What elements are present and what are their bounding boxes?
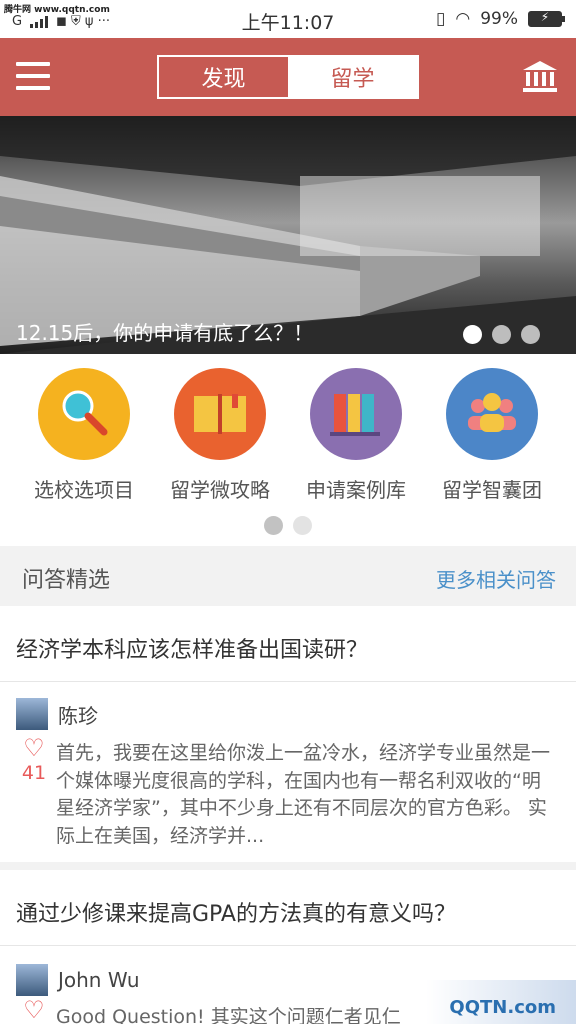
quick-link-cases[interactable]: 申请案例库	[288, 368, 424, 503]
quick-link-label: 选校选项目	[34, 478, 134, 502]
heart-icon: ♡	[23, 996, 45, 1024]
more-questions-link[interactable]: 更多相关问答	[436, 564, 556, 593]
banner-caption: 12.15后，你的申请有底了么？！	[16, 321, 314, 345]
quick-link-school-search[interactable]: 选校选项目	[16, 368, 152, 503]
quick-link-label: 留学微攻略	[170, 478, 270, 502]
question-card[interactable]: 经济学本科应该怎样准备出国读研？ 陈珍 ♡ 41 首先，我要在这里给你泼上一盆冷…	[0, 606, 576, 862]
banner-carousel[interactable]: 12.15后，你的申请有底了么？！	[0, 116, 576, 354]
battery-percent: 99%	[480, 9, 518, 29]
pager-dot[interactable]	[492, 325, 511, 344]
pager-dot[interactable]	[463, 325, 482, 344]
tab-discover[interactable]: 发现	[159, 57, 288, 97]
section-title: 问答精选	[22, 568, 111, 593]
question-title[interactable]: 经济学本科应该怎样准备出国读研？	[0, 606, 576, 682]
heart-icon: ♡	[23, 734, 45, 762]
tab-study-abroad[interactable]: 留学	[288, 57, 417, 97]
quick-link-guides[interactable]: 留学微攻略	[152, 368, 288, 503]
pager-dot[interactable]	[293, 516, 312, 535]
search-icon	[38, 368, 130, 460]
answer-author[interactable]: John Wu	[16, 964, 140, 996]
group-icon	[446, 368, 538, 460]
status-right: ▯ ◠ 99% ⚡	[436, 9, 565, 29]
wifi-icon: ◠	[455, 9, 471, 29]
avatar[interactable]	[16, 964, 48, 996]
banner-pager	[463, 325, 540, 344]
quick-links: 选校选项目 留学微攻略 申请案例库 留学智囊团	[0, 354, 576, 546]
battery-icon: ⚡	[528, 10, 565, 27]
qa-section-header: 问答精选 更多相关问答	[0, 546, 576, 606]
like-button[interactable]: ♡	[20, 998, 48, 1022]
pager-dot[interactable]	[264, 516, 283, 535]
answer-author[interactable]: 陈珍	[16, 698, 98, 730]
quick-links-pager	[264, 516, 312, 535]
status-bar: 腾牛网 www.qqtn.com G ◼ ⛨ ψ ··· 上午11:07 ▯ ◠…	[0, 0, 576, 38]
book-icon	[174, 368, 266, 460]
quick-link-advisors[interactable]: 留学智囊团	[424, 368, 560, 503]
answer-excerpt[interactable]: 首先，我要在这里给你泼上一盆冷水，经济学专业虽然是一个媒体曝光度很高的学科，在国…	[56, 740, 556, 850]
bank-icon[interactable]	[522, 60, 558, 94]
vibrate-icon: ▯	[436, 9, 446, 29]
segmented-tabs: 发现 留学	[157, 55, 419, 99]
app-header: 发现 留学	[0, 38, 576, 116]
menu-icon[interactable]	[16, 62, 50, 92]
author-name: 陈珍	[58, 703, 98, 728]
pager-dot[interactable]	[521, 325, 540, 344]
quick-link-label: 留学智囊团	[442, 478, 542, 502]
binders-icon	[310, 368, 402, 460]
quick-link-label: 申请案例库	[306, 478, 406, 502]
author-name: John Wu	[58, 968, 140, 992]
like-count: 41	[21, 762, 47, 784]
avatar[interactable]	[16, 698, 48, 730]
watermark-text: QQTN.com	[449, 997, 556, 1018]
like-button[interactable]: ♡ 41	[20, 736, 48, 784]
question-title[interactable]: 通过少修课来提高GPA的方法真的有意义吗？	[0, 870, 576, 946]
corner-watermark: QQTN.com	[426, 980, 576, 1024]
